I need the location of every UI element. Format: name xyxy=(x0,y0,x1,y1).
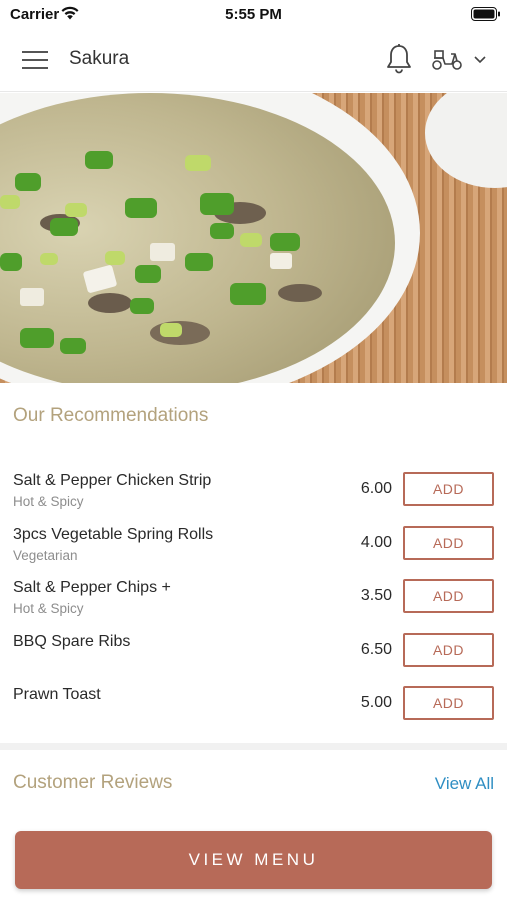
status-bar: Carrier 5:55 PM xyxy=(0,0,507,28)
view-menu-button[interactable]: VIEW MENU xyxy=(15,831,492,889)
item-price: 4.00 xyxy=(360,533,392,551)
scooter-icon[interactable] xyxy=(431,47,463,71)
list-item: Prawn Toast 5.00 ADD xyxy=(0,674,507,728)
item-price: 3.50 xyxy=(360,587,392,604)
view-all-link[interactable]: View All xyxy=(435,774,494,794)
item-tag: Vegetarian xyxy=(13,547,78,563)
item-tag: Hot & Spicy xyxy=(13,601,84,616)
add-button[interactable]: ADD xyxy=(403,472,494,506)
list-item: Salt & Pepper Chips + Hot & Spicy 3.50 A… xyxy=(0,567,507,621)
add-button[interactable]: ADD xyxy=(403,632,494,667)
soup-bowl-image xyxy=(0,93,507,383)
page-title: Sakura xyxy=(69,48,130,69)
item-name: Salt & Pepper Chicken Strip xyxy=(13,472,212,489)
battery-icon xyxy=(471,7,500,21)
chevron-down-icon[interactable] xyxy=(472,53,488,65)
item-tag: Hot & Spicy xyxy=(13,494,84,509)
list-item: Salt & Pepper Chicken Strip Hot & Spicy … xyxy=(0,460,507,514)
bell-icon[interactable] xyxy=(385,43,413,75)
menu-icon[interactable] xyxy=(22,50,48,70)
app-header: Sakura xyxy=(0,28,507,92)
list-item: 3pcs Vegetable Spring Rolls Vegetarian 4… xyxy=(0,514,507,568)
recommendations-list: Salt & Pepper Chicken Strip Hot & Spicy … xyxy=(0,460,507,728)
add-button[interactable]: ADD xyxy=(403,686,494,720)
item-price: 5.00 xyxy=(360,694,392,711)
item-name: BBQ Spare Ribs xyxy=(13,632,131,650)
reviews-title: Customer Reviews xyxy=(13,772,173,793)
hero-image xyxy=(0,93,507,383)
item-name: 3pcs Vegetable Spring Rolls xyxy=(13,525,214,543)
status-time: 5:55 PM xyxy=(225,6,282,23)
item-price: 6.50 xyxy=(360,640,392,658)
item-name: Salt & Pepper Chips + xyxy=(13,579,171,596)
section-divider xyxy=(0,743,507,750)
add-button[interactable]: ADD xyxy=(403,525,494,560)
recommendations-title: Our Recommendations xyxy=(13,405,209,426)
add-button[interactable]: ADD xyxy=(403,579,494,613)
list-item: BBQ Spare Ribs 6.50 ADD xyxy=(0,621,507,675)
item-name: Prawn Toast xyxy=(13,686,101,703)
item-price: 6.00 xyxy=(360,480,392,497)
